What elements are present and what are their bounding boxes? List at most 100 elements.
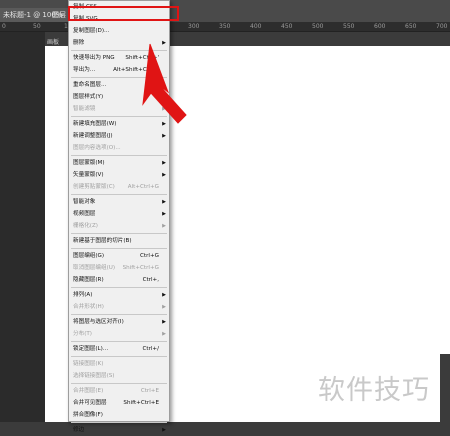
menu-item-label: 矢量蒙版(V) [73, 172, 104, 178]
menu-item-label: 修边 [73, 427, 85, 433]
menu-item-shortcut: Shift+Ctrl+E [123, 400, 159, 406]
menu-item-label: 合并图层(E) [73, 388, 104, 394]
menu-item-label: 智能对象 [73, 199, 96, 205]
toolbar-partial-text: 图层 [52, 11, 66, 19]
menu-item[interactable]: 链接图层(K) [69, 358, 169, 370]
menu-separator [71, 287, 167, 288]
menu-item[interactable]: 快速导出为 PNG Shift+Ctrl+' [69, 52, 169, 64]
menu-item-label: 分布(T) [73, 331, 92, 337]
ruler-tick: 650 [405, 23, 417, 30]
ruler-tick: 400 [250, 23, 262, 30]
menu-separator [71, 116, 167, 117]
menu-item-label: 快速导出为 PNG [73, 55, 115, 61]
submenu-arrow-icon: ▶ [162, 121, 166, 127]
menu-item[interactable]: 分布(T) ▶ [69, 328, 169, 340]
menu-separator [71, 383, 167, 384]
menu-item[interactable]: 智能滤镜 ▶ [69, 103, 169, 115]
submenu-arrow-icon: ▶ [162, 427, 166, 433]
left-panel [0, 32, 45, 422]
menu-item-label: 取消图层编组(U) [73, 265, 116, 271]
menu-item[interactable]: 复制图层(D)... [69, 25, 169, 37]
menu-separator [71, 341, 167, 342]
menu-item-shortcut: Shift+Ctrl+' [125, 55, 159, 61]
ruler-tick: 450 [281, 23, 293, 30]
menu-item[interactable]: 新建调整图层(J) ▶ [69, 130, 169, 142]
menu-item[interactable]: 创建剪贴蒙版(C) Alt+Ctrl+G [69, 181, 169, 193]
menu-item-label: 锁定图层(L)... [73, 346, 109, 352]
menu-item[interactable]: 矢量蒙版(V) ▶ [69, 169, 169, 181]
menu-item-shortcut: Ctrl+, [142, 277, 159, 283]
menu-item[interactable]: 选择链接图层(S) [69, 370, 169, 382]
menu-separator [71, 248, 167, 249]
menu-item[interactable]: 图层蒙版(M) ▶ [69, 157, 169, 169]
menu-item[interactable]: 删除 ▶ [69, 37, 169, 49]
menu-item-label: 复制图层(D)... [73, 28, 110, 34]
menu-item-label: 拼合图像(F) [73, 412, 103, 418]
menu-item[interactable]: 图层样式(Y) ▶ [69, 91, 169, 103]
menu-item[interactable]: 拼合图像(F) [69, 409, 169, 421]
menu-item-label: 新建基于图层的切片(B) [73, 238, 132, 244]
artboard-label: 画板 [47, 39, 60, 46]
menu-separator [71, 422, 167, 423]
menu-item[interactable]: 视频图层 ▶ [69, 208, 169, 220]
menu-item-label: 将图层与选区对齐(I) [73, 319, 124, 325]
menu-item-shortcut: Alt+Ctrl+G [127, 184, 159, 190]
menu-item[interactable]: 新建基于图层的切片(B) [69, 235, 169, 247]
menu-item-label: 删除 [73, 40, 85, 46]
menu-item-shortcut: Shift+Ctrl+G [122, 265, 159, 271]
ruler-tick: 500 [312, 23, 324, 30]
menu-separator [71, 155, 167, 156]
menu-separator [71, 314, 167, 315]
menu-item[interactable]: 合并形状(H) ▶ [69, 301, 169, 313]
menu-item[interactable]: 栅格化(Z) ▶ [69, 220, 169, 232]
submenu-arrow-icon: ▶ [162, 211, 166, 217]
ruler-tick: 550 [343, 23, 355, 30]
menu-item[interactable]: 智能对象 ▶ [69, 196, 169, 208]
menu-item-label: 隐藏图层(R) [73, 277, 104, 283]
watermark-text: 软件技巧 [318, 375, 430, 406]
submenu-arrow-icon: ▶ [162, 40, 166, 46]
submenu-arrow-icon: ▶ [162, 199, 166, 205]
menu-item-label: 导出为... [73, 67, 96, 73]
menu-item-label: 排列(A) [73, 292, 93, 298]
menu-item-label: 新建填充图层(W) [73, 121, 117, 127]
submenu-arrow-icon: ▶ [162, 172, 166, 178]
canvas-gap [440, 354, 450, 422]
menu-item[interactable]: 重命名图层... [69, 79, 169, 91]
submenu-arrow-icon: ▶ [162, 331, 166, 337]
submenu-arrow-icon: ▶ [162, 106, 166, 112]
menu-item-label: 图层编组(G) [73, 253, 105, 259]
document-tab[interactable]: 未标题-1 @ 100% 图层 [0, 8, 69, 22]
menu-item-label: 栅格化(Z) [73, 223, 98, 229]
ruler-tick: 50 [33, 23, 41, 30]
menu-item-label: 视频图层 [73, 211, 96, 217]
menu-item[interactable]: 合并图层(E) Ctrl+E [69, 385, 169, 397]
menu-separator [71, 233, 167, 234]
menu-item[interactable]: 隐藏图层(R) Ctrl+, [69, 274, 169, 286]
menu-item[interactable]: 锁定图层(L)... Ctrl+/ [69, 343, 169, 355]
menu-item[interactable]: 取消图层编组(U) Shift+Ctrl+G [69, 262, 169, 274]
submenu-arrow-icon: ▶ [162, 319, 166, 325]
submenu-arrow-icon: ▶ [162, 223, 166, 229]
menu-item-label: 链接图层(K) [73, 361, 104, 367]
menu-item-label: 图层样式(Y) [73, 94, 104, 100]
menu-item-label: 选择链接图层(S) [73, 373, 115, 379]
menu-item[interactable]: 新建填充图层(W) ▶ [69, 118, 169, 130]
menu-item-shortcut: Ctrl+G [140, 253, 159, 259]
menu-item[interactable]: 修边 ▶ [69, 424, 169, 436]
menu-separator [71, 77, 167, 78]
menu-item[interactable]: 导出为... Alt+Shift+Ctrl+' [69, 64, 169, 76]
menu-item[interactable]: 图层编组(G) Ctrl+G [69, 250, 169, 262]
ruler-tick: 700 [436, 23, 448, 30]
menu-item-label: 创建剪贴蒙版(C) [73, 184, 115, 190]
submenu-arrow-icon: ▶ [162, 160, 166, 166]
submenu-arrow-icon: ▶ [162, 304, 166, 310]
menu-item-shortcut: Alt+Shift+Ctrl+' [113, 67, 159, 73]
menu-item[interactable]: 合并可见图层 Shift+Ctrl+E [69, 397, 169, 409]
menu-item-label: 图层蒙版(M) [73, 160, 105, 166]
menu-item[interactable]: 排列(A) ▶ [69, 289, 169, 301]
menu-item-shortcut: Ctrl+/ [142, 346, 159, 352]
menu-item-label: 智能滤镜 [73, 106, 96, 112]
menu-item[interactable]: 图层内容选项(O)... [69, 142, 169, 154]
menu-item[interactable]: 将图层与选区对齐(I) ▶ [69, 316, 169, 328]
